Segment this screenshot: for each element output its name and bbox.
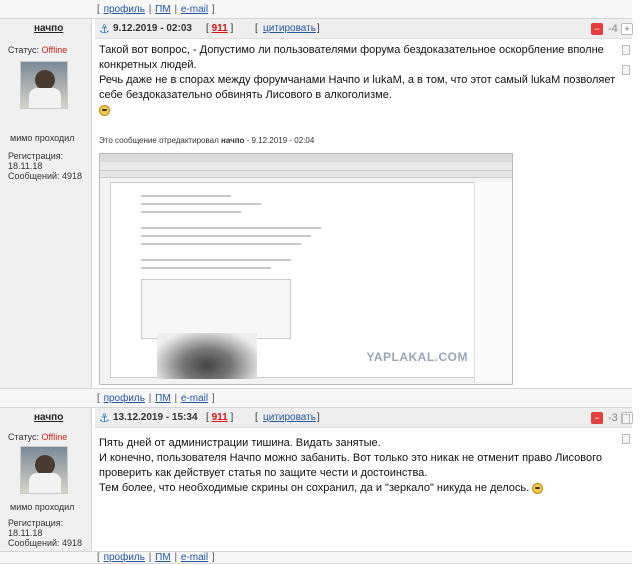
side-tools [622,45,630,85]
post: начпо Статус: Offline мимо проходил Реги… [0,408,633,552]
registration-info: Регистрация: 18.11.18 Сообщений: 4918 [8,151,83,181]
post-header: ⚓ 9.12.2019 - 02:03 [ 911 ] [ цитировать… [95,19,633,39]
forum-thread: [ профиль | ПМ | e-mail ] начпо Статус: … [0,0,633,564]
smile-icon [532,482,544,494]
username-link[interactable]: начпо [34,412,63,423]
vote-up-button[interactable]: + [621,23,633,35]
scroll-up-icon[interactable] [622,414,630,424]
quote-link[interactable]: цитировать [263,19,316,39]
watermark: YAPLAKAL.COM [366,350,468,364]
email-link[interactable]: e-mail [181,4,208,15]
avatar [20,446,68,494]
scroll-up-icon[interactable] [622,45,630,55]
offline-status: Offline [41,432,68,442]
post-text: Пять дней от администрации тишина. Видат… [99,437,603,494]
registration-info: Регистрация: 18.11.18 Сообщений: 4918 [8,518,83,548]
anchor-icon[interactable]: ⚓ [99,23,110,35]
pm-link[interactable]: ПМ [155,393,171,404]
post-body: ⚓ 9.12.2019 - 02:03 [ 911 ] [ цитировать… [93,19,633,385]
vote-down-button[interactable]: − [591,412,603,424]
smile-icon [99,104,110,116]
post-rating: -3 [608,412,618,424]
username-link[interactable]: начпо [34,23,63,34]
edited-note: Это сообщение отредактировал начпо - 9.1… [99,136,315,145]
email-link[interactable]: e-mail [181,393,208,404]
user-title: мимо проходил [10,502,75,512]
post: начпо Статус: Offline мимо проходил Реги… [0,19,633,389]
post-date: 13.12.2019 - 15:34 [113,412,198,423]
profile-link[interactable]: профиль [104,393,145,404]
avatar [20,61,68,109]
pm-link[interactable]: ПМ [155,4,171,15]
post-text: Такой вот вопрос, - Допустимо ли пользов… [95,39,632,118]
post-footer-bar: [ профиль | ПМ | e-mail ] [0,389,632,408]
offline-status: Offline [41,45,68,55]
post-footer-bar: [ профиль | ПМ | e-mail ] [0,0,632,19]
user-status: Статус: Offline [8,45,68,55]
post-body: ⚓ 13.12.2019 - 15:34 [ 911 ] [ цитироват… [93,408,633,496]
post-date: 9.12.2019 - 02:03 [113,23,192,34]
post-number[interactable]: [ 911 ] [206,408,233,428]
quote-link[interactable]: цитировать [263,408,316,428]
scroll-down-icon[interactable] [622,434,630,444]
user-links: [ профиль | ПМ | e-mail ] [97,4,215,15]
user-panel: начпо Статус: Offline мимо проходил Реги… [0,408,92,551]
post-rating: -4 [608,23,618,35]
attached-screenshot[interactable]: YAPLAKAL.COM [99,153,513,385]
side-tools [622,414,630,454]
profile-link[interactable]: профиль [104,4,145,15]
user-links: [ профиль | ПМ | e-mail ] [97,393,215,404]
vote-down-button[interactable]: − [591,23,603,35]
user-panel: начпо Статус: Offline мимо проходил Реги… [0,19,92,388]
user-title: мимо проходил [10,133,75,143]
post-header: ⚓ 13.12.2019 - 15:34 [ 911 ] [ цитироват… [95,408,633,428]
post-number[interactable]: [ 911 ] [206,19,233,39]
scroll-down-icon[interactable] [622,65,630,75]
user-status: Статус: Offline [8,432,68,442]
anchor-icon[interactable]: ⚓ [99,412,110,424]
